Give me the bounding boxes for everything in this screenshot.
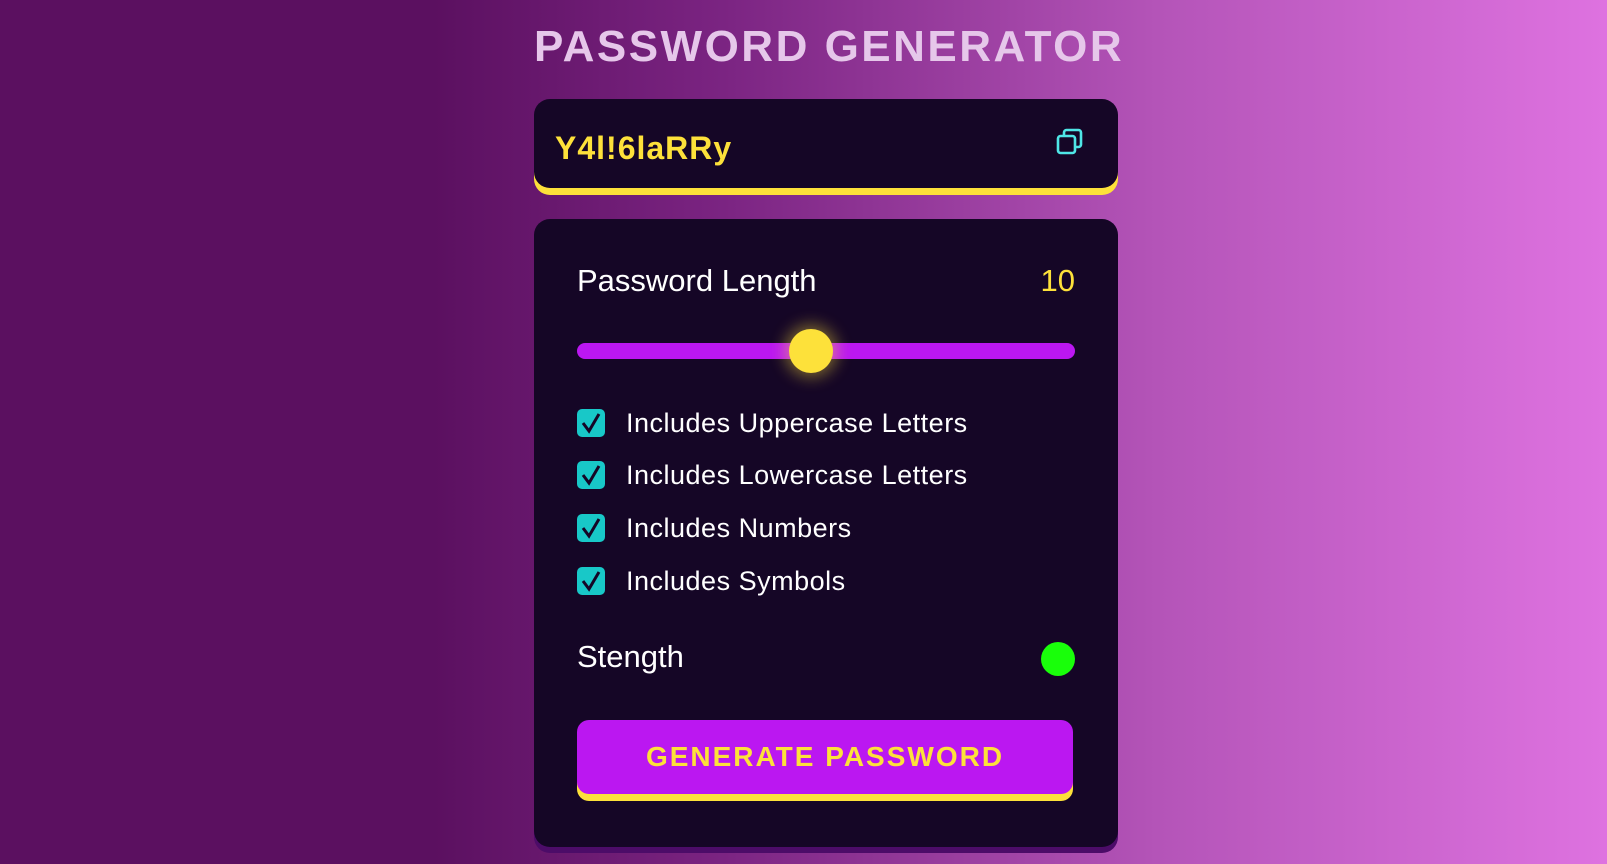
option-symbols[interactable]: Includes Symbols: [577, 566, 846, 596]
uppercase-checkbox[interactable]: [577, 409, 605, 437]
checkmark-icon: [581, 465, 601, 486]
option-lowercase[interactable]: Includes Lowercase Letters: [577, 460, 968, 490]
length-slider[interactable]: [577, 329, 1075, 373]
option-numbers[interactable]: Includes Numbers: [577, 513, 852, 543]
option-uppercase[interactable]: Includes Uppercase Letters: [577, 408, 968, 438]
length-label: Password Length: [577, 263, 817, 298]
checkmark-icon: [581, 518, 601, 539]
generate-label: GENERATE PASSWORD: [645, 741, 1005, 772]
lowercase-checkbox[interactable]: [577, 461, 605, 489]
symbols-label: Includes Symbols: [626, 565, 846, 596]
copy-icon: [1056, 128, 1083, 155]
slider-thumb[interactable]: [789, 329, 834, 373]
checkmark-icon: [581, 413, 601, 434]
generate-button[interactable]: GENERATE PASSWORD: [577, 720, 1073, 794]
uppercase-label: Includes Uppercase Letters: [626, 407, 968, 438]
numbers-label: Includes Numbers: [626, 512, 852, 543]
lowercase-label: Includes Lowercase Letters: [626, 459, 968, 490]
copy-button[interactable]: [1054, 126, 1086, 158]
strength-label: Stength: [577, 639, 684, 674]
settings-panel: Password Length 10 Includes Uppercase Le…: [534, 219, 1118, 847]
strength-indicator: [1041, 642, 1075, 676]
numbers-checkbox[interactable]: [577, 514, 605, 542]
password-output: Y4l!6laRRy: [555, 130, 733, 166]
checkmark-icon: [581, 571, 601, 592]
page-title: PASSWORD GENERATOR: [534, 22, 1125, 71]
symbols-checkbox[interactable]: [577, 567, 605, 595]
length-value: 10: [1040, 263, 1075, 298]
password-display: Y4l!6laRRy: [534, 99, 1118, 188]
